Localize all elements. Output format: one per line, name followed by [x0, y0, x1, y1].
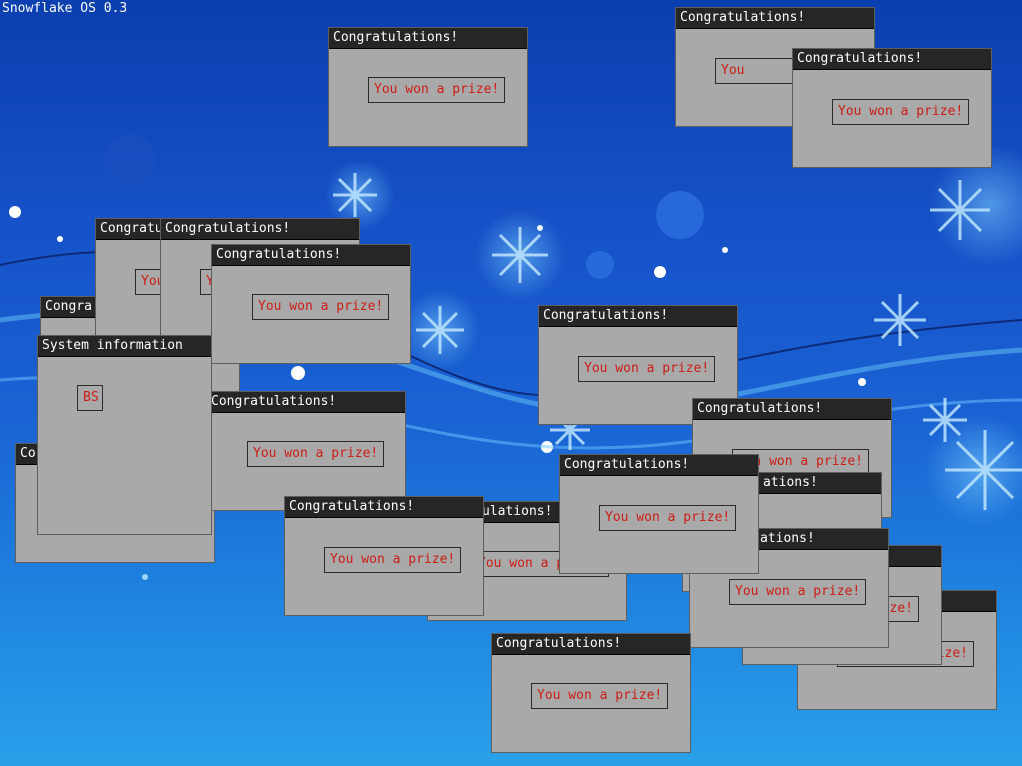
dialog-window[interactable]: Congratulations! You won a prize!: [328, 27, 528, 147]
prize-button[interactable]: You won a prize!: [599, 505, 737, 531]
dialog-title: Congratulations!: [161, 219, 359, 240]
dialog-title: Congratulations!: [207, 392, 405, 413]
dialog-title: Congratulations!: [492, 634, 690, 655]
dialog-window[interactable]: Congratulations! You won a prize!: [491, 633, 691, 753]
system-information-window[interactable]: System information BS: [37, 335, 212, 535]
prize-button[interactable]: You won a prize!: [729, 579, 867, 605]
prize-button[interactable]: You won a prize!: [832, 99, 970, 125]
prize-button[interactable]: You won a prize!: [247, 441, 385, 467]
dialog-title: Congratulations!: [329, 28, 527, 49]
dialog-title: Congratulations!: [693, 399, 891, 420]
dialog-title: Congratulations!: [285, 497, 483, 518]
dialog-window[interactable]: Congratulations! You won a prize!: [284, 496, 484, 616]
dialog-window[interactable]: Congratulations! You won a prize!: [206, 391, 406, 511]
prize-button[interactable]: You won a prize!: [368, 77, 506, 103]
dialog-title: Congratulations!: [676, 8, 874, 29]
dialog-title: Congratulations!: [539, 306, 737, 327]
prize-button[interactable]: You won a prize!: [578, 356, 716, 382]
dialog-window[interactable]: Congratulations! You won a prize!: [559, 454, 759, 574]
dialog-title: Congratulations!: [560, 455, 758, 476]
prize-button[interactable]: You won a prize!: [324, 547, 462, 573]
bs-button[interactable]: BS: [77, 385, 103, 411]
os-title-label: Snowflake OS 0.3: [2, 1, 128, 16]
dialog-title: Congratulations!: [793, 49, 991, 70]
system-information-title: System information: [38, 336, 211, 357]
dialog-title: Congratulations!: [212, 245, 410, 266]
dialog-window[interactable]: Congratulations! You won a prize!: [792, 48, 992, 168]
dialog-window[interactable]: Congratulations! You won a prize!: [211, 244, 411, 364]
prize-button[interactable]: You won a prize!: [252, 294, 390, 320]
prize-button[interactable]: You won a prize!: [531, 683, 669, 709]
